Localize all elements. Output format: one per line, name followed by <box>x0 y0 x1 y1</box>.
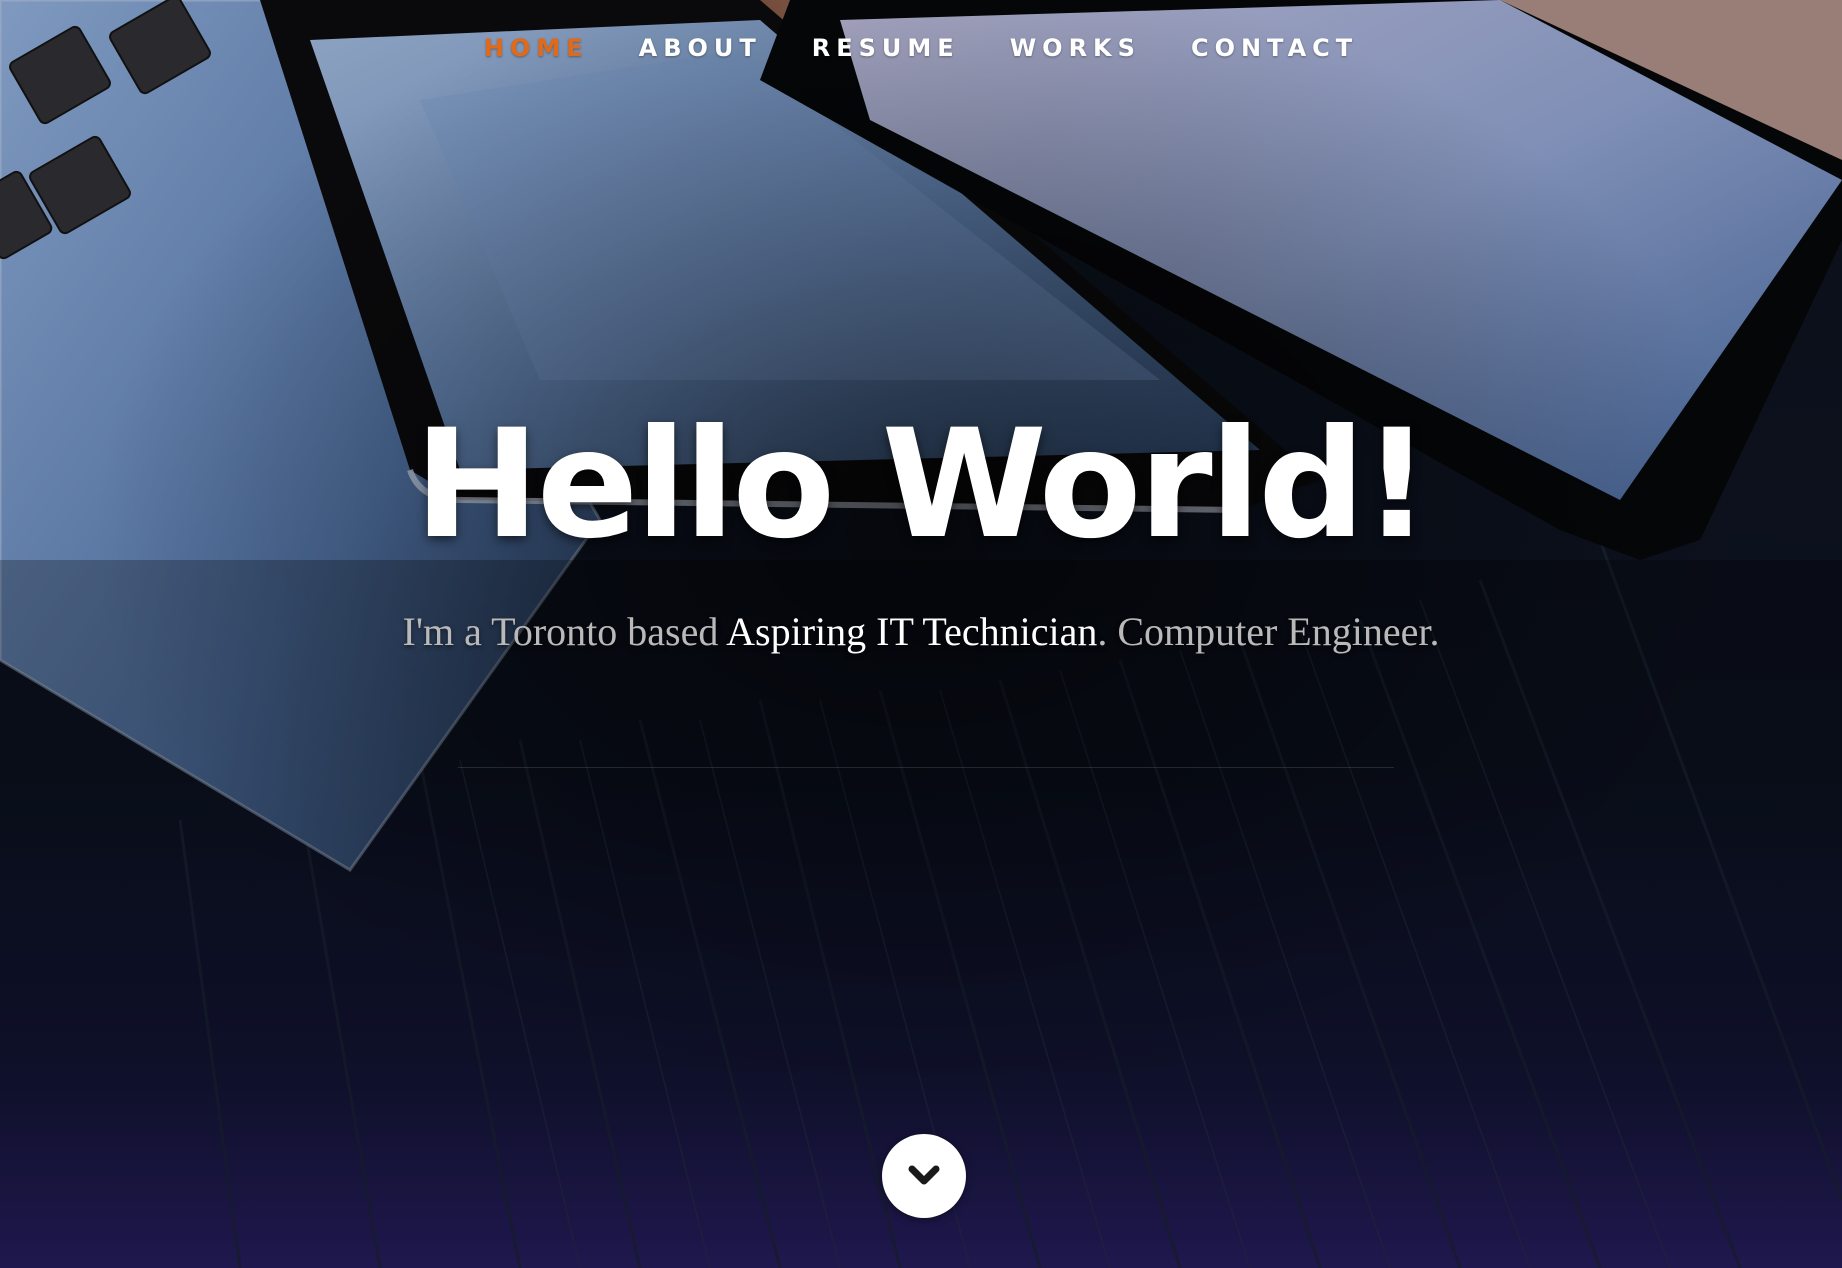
chevron-down-icon <box>908 1165 940 1185</box>
hero-subline: I'm a Toronto based Aspiring IT Technici… <box>400 598 1442 666</box>
hero-headline: Hello World! <box>414 398 1431 572</box>
nav-item-contact[interactable]: CONTACT <box>1191 34 1358 62</box>
subline-prefix: I'm a Toronto based <box>402 609 727 654</box>
nav-item-resume[interactable]: RESUME <box>812 34 960 62</box>
nav-item-home[interactable]: HOME <box>484 34 589 62</box>
subline-highlight: Aspiring IT Technician <box>726 609 1098 654</box>
hero-divider <box>458 767 1394 768</box>
subline-suffix: . Computer Engineer. <box>1097 609 1440 654</box>
main-nav: HOME ABOUT RESUME WORKS CONTACT <box>0 30 1842 66</box>
scroll-down-button[interactable] <box>882 1134 966 1218</box>
hero-section: HOME ABOUT RESUME WORKS CONTACT Hello Wo… <box>0 0 1842 1268</box>
nav-item-works[interactable]: WORKS <box>1010 34 1141 62</box>
nav-item-about[interactable]: ABOUT <box>639 34 762 62</box>
